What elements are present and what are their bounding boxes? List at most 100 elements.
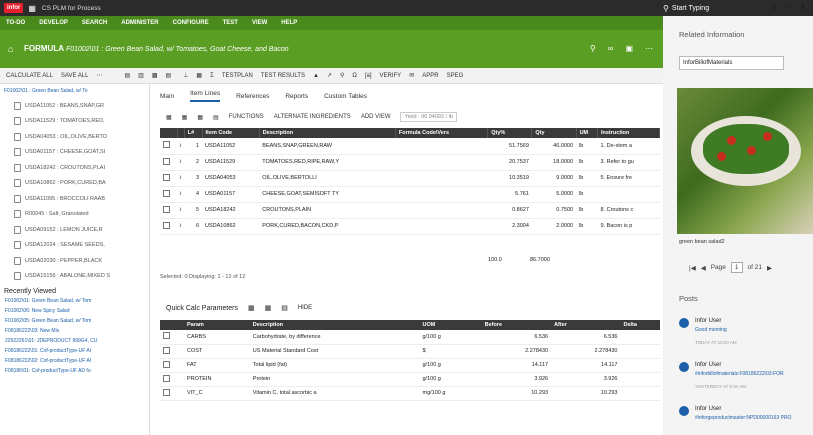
row-checkbox[interactable] (163, 173, 170, 181)
tree-item[interactable]: USDA01157 : CHEESE,GOAT,SI (0, 145, 149, 161)
app-grid-icon[interactable]: ▦ (28, 4, 36, 13)
yield-field[interactable]: Yield : 96.94092 / lb (400, 112, 457, 122)
tree-item[interactable]: USDA15156 : ABALONE,MIXED S (0, 269, 149, 285)
column-header[interactable]: UOM (419, 320, 482, 330)
page-icon[interactable]: ▤ (281, 304, 288, 312)
recent-item[interactable]: F01002\06: New Spicy Salad (0, 307, 149, 317)
tree-item[interactable]: USDA11095 : BROCCOLI RAAB (0, 191, 149, 207)
print-icon[interactable]: ▤ (125, 72, 131, 79)
first-page-icon[interactable]: |◀ (689, 264, 696, 272)
table-row[interactable]: i 4 USDA01157 CHEESE,GOAT,SEMISOFT TY 5.761 5… (160, 186, 660, 203)
grid-icon[interactable]: ▦ (182, 114, 188, 121)
next-page-icon[interactable]: ▶ (767, 264, 772, 272)
table-row[interactable]: i 2 USDA11529 TOMATOES,RED,RIPE,RAW,Y 20.753… (160, 154, 660, 171)
tree-root[interactable]: F01002\01 : Green Bean Salad, w/ To (0, 84, 149, 98)
item-code[interactable]: USDA10862 (202, 218, 260, 235)
instruction[interactable]: 1. De-stem a (597, 138, 660, 155)
table-row[interactable]: i 6 USDA10862 PORK,CURED,BACON,CKD,P 2.3004 2… (160, 218, 660, 235)
tree-item[interactable]: USDA04053 : OIL,OLIVE,BERTO (0, 129, 149, 145)
alternate-ingredients-button[interactable]: ALTERNATE INGREDIENTS (274, 114, 351, 120)
column-header[interactable]: UM (576, 128, 598, 138)
row-checkbox[interactable] (163, 189, 170, 197)
info-icon[interactable]: i (177, 170, 185, 187)
table-row[interactable]: COST US Material Standard Cost $2.278430 2.… (160, 344, 660, 359)
column-header[interactable]: Formula Code\Vers (395, 128, 489, 138)
table-row[interactable]: FAT Total lipid (fat) g/100 g 14.117 14.117 (160, 358, 660, 373)
appr-button[interactable]: APPR (422, 73, 438, 79)
search-icon[interactable]: ⚲ (590, 44, 596, 53)
column-header[interactable] (160, 128, 178, 138)
param[interactable]: PROTEIN (183, 372, 250, 387)
row-checkbox[interactable] (163, 360, 170, 368)
search-icon[interactable]: ⚲ (340, 72, 344, 79)
table-row[interactable]: PROTEIN Protein g/100 g 3.926 3.926 (160, 372, 660, 387)
bookmark-icon[interactable]: ▮ (801, 2, 805, 11)
page-input[interactable]: 1 (730, 262, 743, 273)
mail-icon[interactable]: ✉ (409, 72, 414, 79)
column-header[interactable]: L# (184, 128, 203, 138)
menu-todo[interactable]: TO-DO (6, 20, 25, 26)
table-row[interactable]: i 1 USDA11052 BEANS,SNAP,GREEN,RAW 51.7569 46… (160, 138, 660, 155)
item-code[interactable]: USDA04053 (202, 170, 260, 187)
row-checkbox[interactable] (163, 346, 170, 354)
recently-viewed-header[interactable]: Recently Viewed (0, 286, 149, 297)
table-row[interactable]: i 3 USDA04053 OIL,OLIVE,BERTOLLI 10.3519 9.00… (160, 170, 660, 187)
instruction[interactable]: 9. Bacon is p (597, 218, 660, 235)
recent-item[interactable]: 22922261\01: JDEPRODUCT 999G4, CU (0, 337, 149, 347)
functions-button[interactable]: FUNCTIONS (229, 114, 264, 120)
recent-item[interactable]: F08186222\02: Cof-productType-UF Al (0, 357, 149, 367)
grid-icon[interactable]: ▦ (265, 304, 272, 312)
column-header[interactable]: Qty (531, 128, 577, 138)
tab-reports[interactable]: Reports (285, 93, 308, 100)
item-code[interactable]: USDA11529 (202, 154, 260, 171)
prev-page-icon[interactable]: ◀ (701, 264, 706, 272)
export-icon[interactable]: ↗ (327, 72, 332, 79)
flask-icon[interactable]: ▲ (313, 73, 319, 79)
param[interactable]: VIT_C (183, 386, 250, 401)
item-code[interactable]: USDA11052 (202, 138, 260, 155)
tree-item[interactable]: USDA18242 : CROUTONS,PLAI (0, 160, 149, 176)
tab-main[interactable]: Main (160, 93, 174, 100)
item-code[interactable]: USDA01157 (202, 186, 260, 203)
tree-item[interactable]: USDA09152 : LEMON JUICE,R (0, 222, 149, 238)
menu-help[interactable]: HELP (281, 20, 297, 26)
tree-item[interactable]: R00045 : Salt, Granulated (0, 207, 149, 223)
info-icon[interactable]: i (177, 186, 185, 203)
menu-test[interactable]: TEST (223, 20, 238, 26)
column-header[interactable]: Before (481, 320, 552, 330)
row-checkbox[interactable] (163, 205, 170, 213)
testplan-button[interactable]: TESTPLAN (222, 73, 253, 79)
related-info-select[interactable]: InforBillofMaterials (679, 56, 784, 70)
binoculars-icon[interactable]: ▩ (152, 72, 158, 79)
grid-icon[interactable]: ▦ (166, 114, 172, 121)
param[interactable]: CARBS (183, 330, 250, 345)
param[interactable]: FAT (183, 358, 250, 373)
menu-develop[interactable]: DEVELOP (39, 20, 68, 26)
grid-icon[interactable]: ▦ (248, 304, 255, 312)
user-icon[interactable]: ♟ (771, 2, 778, 11)
tab-item-lines[interactable]: Item Lines (190, 90, 221, 102)
save-icon[interactable]: ▣ (625, 44, 633, 53)
info-icon[interactable]: i (177, 154, 185, 171)
info-icon[interactable]: i (177, 138, 185, 155)
save-all-button[interactable]: SAVE ALL (61, 73, 89, 79)
info-icon[interactable]: i (177, 218, 185, 235)
lab-icon[interactable]: Ω (352, 73, 357, 79)
more-icon[interactable]: ⋯ (97, 72, 103, 79)
row-checkbox[interactable] (163, 374, 170, 382)
column-header[interactable] (177, 128, 185, 138)
column-header[interactable]: Description (259, 128, 396, 138)
tree-icon[interactable]: ⊥ (183, 72, 188, 79)
recent-item[interactable]: F08186222\01: Cof-productType-UF Al (0, 347, 149, 357)
link-icon[interactable]: ∞ (608, 44, 614, 53)
column-header[interactable]: Instruction (597, 128, 661, 138)
column-header[interactable]: Qty% (487, 128, 533, 138)
recent-item[interactable]: F08186222\03: New Mix (0, 327, 149, 337)
tree-item[interactable]: USDA11529 : TOMATOES,RED, (0, 114, 149, 130)
table-row[interactable]: i 5 USDA18242 CROUTONS,PLAIN 0.8627 0.7500 lb 8… (160, 202, 660, 219)
instruction[interactable]: 8. Croutons c (597, 202, 660, 219)
row-checkbox[interactable] (163, 141, 170, 149)
verify-dropdown[interactable]: VERIFY (380, 73, 402, 79)
table-icon[interactable]: ▦ (196, 72, 202, 79)
tree-item[interactable]: USDA02030 : PEPPER,BLACK (0, 253, 149, 269)
